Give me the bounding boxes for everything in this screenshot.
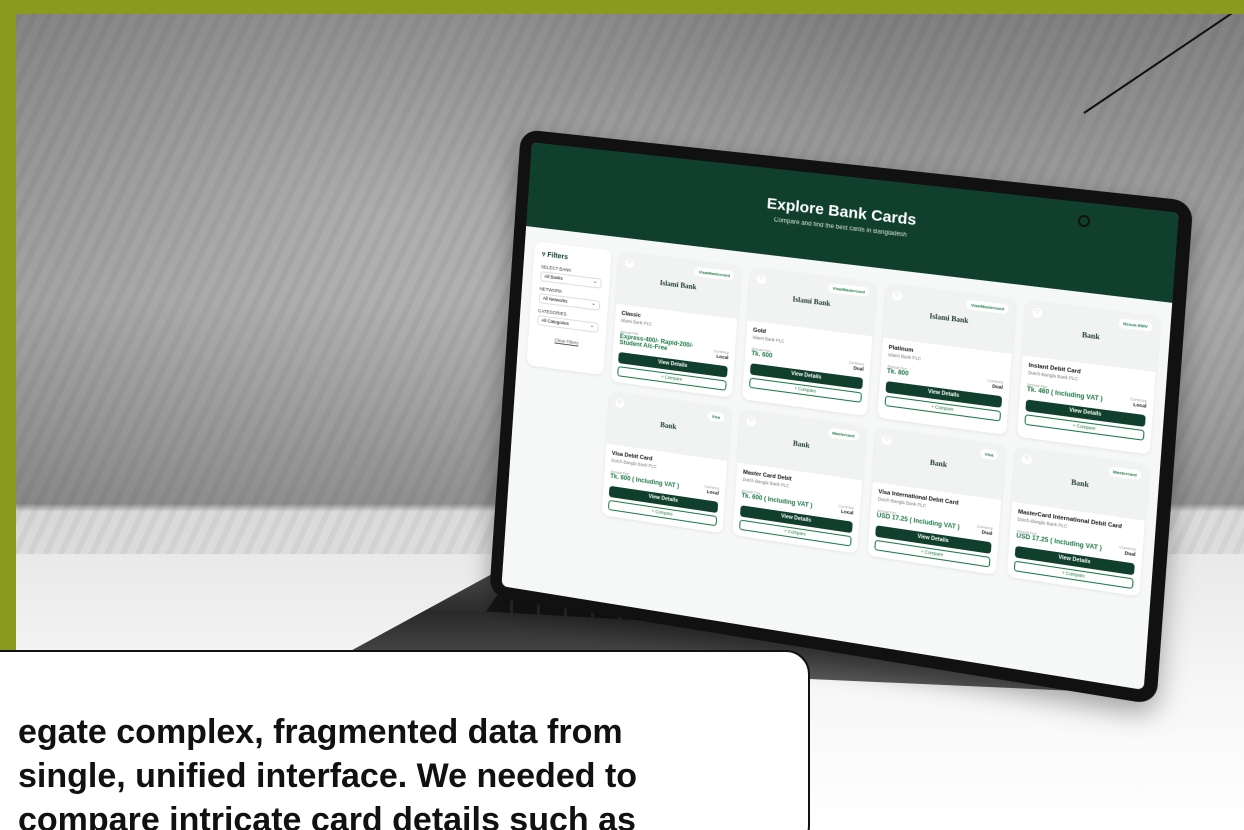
- bank-card: ♡ Visa Bank Visa International Debit Car…: [867, 427, 1006, 575]
- fee-block: Annual Fee Tk. 800: [887, 364, 909, 377]
- currency-block: Currency Dual: [976, 524, 993, 537]
- bank-card: ♡ Visa Bank Visa Debit Card Dutch-Bangla…: [601, 391, 732, 534]
- heart-icon[interactable]: ♡: [624, 258, 635, 269]
- currency-value: Local: [706, 488, 720, 496]
- heart-icon[interactable]: ♡: [614, 398, 625, 409]
- currency-value: Local: [716, 353, 729, 361]
- network-badge: Visa/Mastercard: [828, 282, 870, 298]
- currency-value: Dual: [981, 529, 993, 537]
- currency-block: Currency Local: [713, 349, 729, 360]
- fee-value: Tk. 600: [751, 350, 773, 360]
- bank-card: ♡ Visa/Mastercard Islami Bank Gold Islam…: [741, 267, 877, 417]
- bank-card: ♡ Mastercard Bank MasterCard Internation…: [1006, 447, 1149, 597]
- bank-card: ♡ Visa/Mastercard Islami Bank Platinum I…: [877, 283, 1016, 436]
- heart-icon[interactable]: ♡: [1032, 307, 1043, 319]
- currency-block: Currency Local: [1130, 397, 1147, 409]
- heart-icon[interactable]: ♡: [1021, 454, 1033, 466]
- bank-card: ♡ Nexus-EMV Bank Instant Debit Card Dutc…: [1016, 300, 1160, 455]
- currency-block: Currency Local: [838, 504, 854, 516]
- network-badge: Visa/Mastercard: [966, 299, 1009, 315]
- fee-block: Annual Fee Tk. 600: [751, 347, 773, 360]
- network-badge: Nexus-EMV: [1118, 318, 1153, 332]
- currency-value: Dual: [853, 365, 864, 372]
- filters-title: ▿ Filters: [542, 250, 604, 265]
- card-body: Classic Islami Bank PLC Annual Fee Expre…: [611, 304, 738, 398]
- annotation-dot: [1078, 215, 1090, 227]
- currency-block: Currency Dual: [848, 360, 865, 372]
- heart-icon[interactable]: ♡: [881, 435, 892, 446]
- callout-box: egate complex, fragmented data from sing…: [0, 650, 810, 830]
- network-badge: Visa/Mastercard: [694, 266, 735, 281]
- fee-block: Annual Fee Tk. 460 ( Including VAT ): [1027, 383, 1104, 403]
- filters-panel: ▿ Filters SELECT BANK All Banks NETWORK …: [526, 241, 612, 376]
- currency-value: Dual: [1124, 550, 1136, 558]
- filters-title-text: Filters: [547, 251, 569, 262]
- callout-text: egate complex, fragmented data from sing…: [18, 713, 638, 830]
- cards-grid: ♡ Visa/Mastercard Islami Bank Classic Is…: [601, 251, 1160, 597]
- bank-card: ♡ Visa/Mastercard Islami Bank Classic Is…: [610, 251, 741, 398]
- currency-value: Local: [1133, 401, 1147, 409]
- currency-value: Local: [840, 508, 854, 516]
- filter-icon: ▿: [541, 251, 546, 259]
- currency-block: Currency Local: [704, 484, 719, 495]
- clear-filters-link[interactable]: Clear Filters: [536, 335, 597, 348]
- currency-value: Dual: [992, 383, 1004, 390]
- heart-icon[interactable]: ♡: [756, 274, 767, 285]
- annotation-line: [1083, 14, 1243, 114]
- heart-icon[interactable]: ♡: [746, 416, 757, 427]
- bank-card: ♡ Mastercard Bank Master Card Debit Dutc…: [732, 409, 866, 554]
- currency-block: Currency Dual: [987, 378, 1004, 390]
- network-badge: Mastercard: [827, 427, 860, 442]
- heart-icon[interactable]: ♡: [892, 290, 903, 302]
- currency-block: Currency Dual: [1119, 545, 1136, 557]
- network-badge: Visa: [980, 448, 999, 461]
- network-badge: Mastercard: [1108, 466, 1142, 481]
- network-badge: Visa: [707, 411, 725, 423]
- laptop-screen: Explore Bank Cards Compare and find the …: [501, 142, 1179, 690]
